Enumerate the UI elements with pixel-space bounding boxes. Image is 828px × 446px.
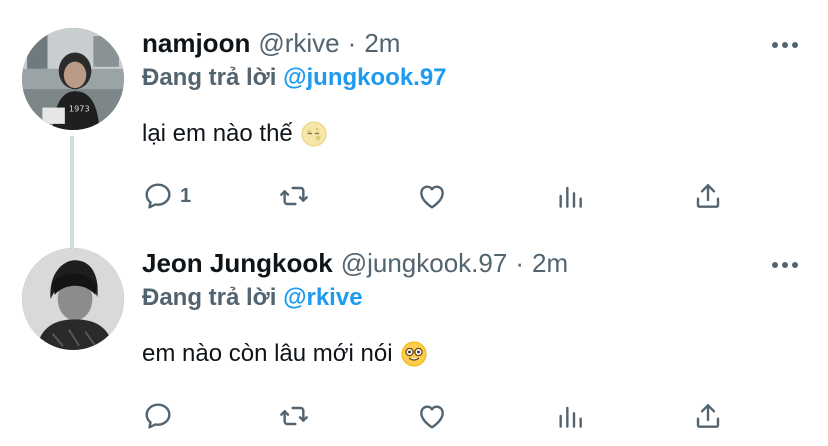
stats-button[interactable] [554,398,586,434]
reply-icon [142,400,174,432]
tweet-actions [142,398,742,434]
timestamp[interactable]: 2m [532,248,568,279]
like-button[interactable] [416,178,448,214]
tweet-text: em nào còn lâu mới nói [142,340,427,368]
avatar[interactable] [22,248,124,350]
tweet-header: namjoon @rkive · 2m [142,28,400,64]
thread-connector [70,136,74,248]
share-button[interactable] [692,178,724,214]
tweet-text: lại em nào thế [142,120,327,148]
reply-icon [142,180,174,212]
display-name[interactable]: namjoon [142,28,250,59]
tweet[interactable]: 1973 namjoon @rkive · 2m Đang trả lời @j… [0,0,828,248]
replying-to-label: Đang trả lời [142,284,277,311]
tweet-text-content: lại em nào thế [142,120,293,147]
reply-button[interactable] [142,398,180,434]
share-button[interactable] [692,398,724,434]
reply-count: 1 [180,184,192,207]
separator-dot: · [347,28,357,58]
stats-icon [554,180,586,212]
more-icon[interactable] [772,42,798,50]
separator-dot: · [515,248,524,278]
replying-to: Đang trả lời @jungkook.97 [142,64,447,92]
mention-link[interactable]: @jungkook.97 [283,64,446,91]
share-icon [692,400,724,432]
user-handle[interactable]: @rkive [258,28,339,59]
share-icon [692,180,724,212]
retweet-button[interactable] [278,398,310,434]
retweet-icon [278,400,310,432]
tweet-actions: 1 [142,178,742,214]
like-button[interactable] [416,398,448,434]
stats-icon [554,400,586,432]
user-handle[interactable]: @jungkook.97 [341,248,508,279]
retweet-button[interactable] [278,178,310,214]
retweet-icon [278,180,310,212]
svg-text:1973: 1973 [69,104,90,114]
replying-to: Đang trả lời @rkive [142,284,363,312]
replying-to-label: Đang trả lời [142,64,277,91]
mention-link[interactable]: @rkive [283,284,362,311]
moon-face-emoji [301,121,327,147]
tweet[interactable]: Jeon Jungkook @jungkook.97 · 2m Đang trả… [0,240,828,446]
avatar[interactable]: 1973 [22,28,124,130]
heart-icon [416,400,448,432]
stats-button[interactable] [554,178,586,214]
more-icon[interactable] [772,262,798,270]
tweet-header: Jeon Jungkook @jungkook.97 · 2m [142,248,568,284]
timestamp[interactable]: 2m [364,28,400,59]
display-name[interactable]: Jeon Jungkook [142,248,333,279]
tweet-text-content: em nào còn lâu mới nói [142,340,393,367]
nerd-face-emoji [401,341,427,367]
heart-icon [416,180,448,212]
reply-button[interactable]: 1 [142,178,191,214]
